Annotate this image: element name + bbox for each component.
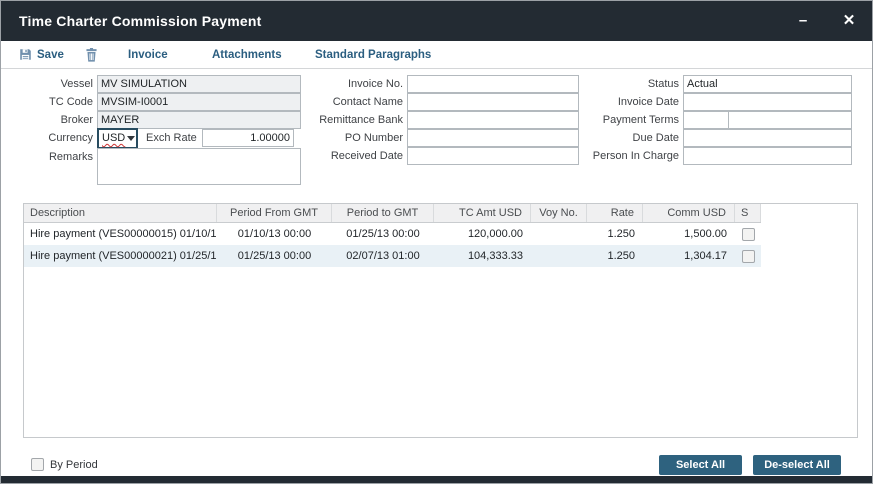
exch-rate-label: Exch Rate	[146, 132, 202, 144]
col-header-period-from: Period From GMT	[217, 204, 332, 222]
by-period-option: By Period	[31, 458, 98, 471]
received-date-label: Received Date	[301, 147, 407, 165]
status-label: Status	[579, 75, 683, 93]
titlebar: Time Charter Commission Payment – ✕	[1, 1, 872, 41]
form-column-middle: Invoice No. Contact Name Remittance Bank…	[301, 75, 579, 165]
by-period-label: By Period	[50, 459, 98, 471]
toolbar: Save Invoice Attachments Standard Paragr…	[1, 41, 872, 69]
table-header-row: Description Period From GMT Period to GM…	[24, 204, 761, 223]
minimize-icon[interactable]: –	[786, 1, 820, 41]
invoice-button[interactable]: Invoice	[128, 41, 168, 68]
attachments-button[interactable]: Attachments	[212, 41, 282, 68]
form-column-left: Vessel TC Code Broker Currency USD Exch …	[5, 75, 301, 185]
deselect-all-button[interactable]: De-select All	[753, 455, 841, 475]
close-icon[interactable]: ✕	[832, 1, 866, 41]
cell-tc-amt: 104,333.33	[434, 245, 531, 267]
attachments-label: Attachments	[212, 49, 282, 61]
received-date-field[interactable]	[407, 147, 579, 165]
payment-terms-code-field[interactable]	[683, 111, 729, 129]
remarks-field[interactable]	[97, 148, 301, 185]
chevron-down-icon	[127, 136, 135, 141]
cell-period-from: 01/10/13 00:00	[217, 223, 332, 245]
col-header-rate: Rate	[587, 204, 643, 222]
due-date-field[interactable]	[683, 129, 852, 147]
vessel-label: Vessel	[5, 75, 97, 93]
cell-rate: 1.250	[587, 223, 643, 245]
time-charter-commission-payment-dialog: Time Charter Commission Payment – ✕ Save…	[0, 0, 873, 484]
cell-description: Hire payment (VES00000015) 01/10/13	[24, 223, 217, 245]
currency-dropdown[interactable]: USD	[97, 128, 138, 149]
remittance-bank-label: Remittance Bank	[301, 111, 407, 129]
person-in-charge-field[interactable]	[683, 147, 852, 165]
cell-rate: 1.250	[587, 245, 643, 267]
payment-terms-desc-field[interactable]	[728, 111, 852, 129]
currency-label: Currency	[5, 129, 97, 147]
cell-description: Hire payment (VES00000021) 01/25/13	[24, 245, 217, 267]
tc-code-field[interactable]	[97, 93, 301, 111]
table-row[interactable]: Hire payment (VES00000015) 01/10/13 01/1…	[24, 223, 761, 245]
dialog-bottom-border	[1, 476, 872, 483]
po-number-field[interactable]	[407, 129, 579, 147]
remarks-label: Remarks	[5, 148, 97, 166]
save-button[interactable]: Save	[19, 41, 64, 68]
col-header-select: S	[735, 204, 761, 222]
payment-terms-label: Payment Terms	[579, 111, 683, 129]
cell-comm: 1,500.00	[643, 223, 735, 245]
save-label: Save	[37, 49, 64, 61]
cell-period-from: 01/25/13 00:00	[217, 245, 332, 267]
col-header-description: Description	[24, 204, 217, 222]
standard-paragraphs-label: Standard Paragraphs	[315, 49, 431, 61]
col-header-period-to: Period to GMT	[332, 204, 434, 222]
delete-button[interactable]	[85, 41, 98, 68]
currency-value: USD	[102, 132, 125, 144]
trash-icon	[85, 48, 98, 62]
standard-paragraphs-button[interactable]: Standard Paragraphs	[315, 41, 431, 68]
window-title: Time Charter Commission Payment	[19, 13, 261, 29]
invoice-date-label: Invoice Date	[579, 93, 683, 111]
col-header-voy-no: Voy No.	[531, 204, 587, 222]
cell-comm: 1,304.17	[643, 245, 735, 267]
save-icon	[19, 48, 32, 61]
cell-voy-no	[531, 223, 587, 245]
broker-field[interactable]	[97, 111, 301, 129]
cell-period-to: 02/07/13 01:00	[332, 245, 434, 267]
by-period-checkbox[interactable]	[31, 458, 44, 471]
table-row[interactable]: Hire payment (VES00000021) 01/25/13 01/2…	[24, 245, 761, 267]
row-select-checkbox[interactable]	[742, 250, 755, 263]
status-field[interactable]	[683, 75, 852, 93]
person-in-charge-label: Person In Charge	[579, 147, 683, 165]
form-column-right: Status Invoice Date Payment Terms Due Da…	[579, 75, 852, 165]
cell-period-to: 01/25/13 00:00	[332, 223, 434, 245]
invoice-date-field[interactable]	[683, 93, 852, 111]
select-all-button[interactable]: Select All	[659, 455, 742, 475]
cell-voy-no	[531, 245, 587, 267]
payments-table: Description Period From GMT Period to GM…	[23, 203, 858, 438]
contact-name-label: Contact Name	[301, 93, 407, 111]
due-date-label: Due Date	[579, 129, 683, 147]
remittance-bank-field[interactable]	[407, 111, 579, 129]
vessel-field[interactable]	[97, 75, 301, 93]
col-header-comm: Comm USD	[643, 204, 735, 222]
contact-name-field[interactable]	[407, 93, 579, 111]
invoice-no-label: Invoice No.	[301, 75, 407, 93]
invoice-label: Invoice	[128, 49, 168, 61]
po-number-label: PO Number	[301, 129, 407, 147]
invoice-no-field[interactable]	[407, 75, 579, 93]
tc-code-label: TC Code	[5, 93, 97, 111]
col-header-tc-amt: TC Amt USD	[434, 204, 531, 222]
exch-rate-field[interactable]	[202, 129, 294, 147]
broker-label: Broker	[5, 111, 97, 129]
cell-tc-amt: 120,000.00	[434, 223, 531, 245]
row-select-checkbox[interactable]	[742, 228, 755, 241]
